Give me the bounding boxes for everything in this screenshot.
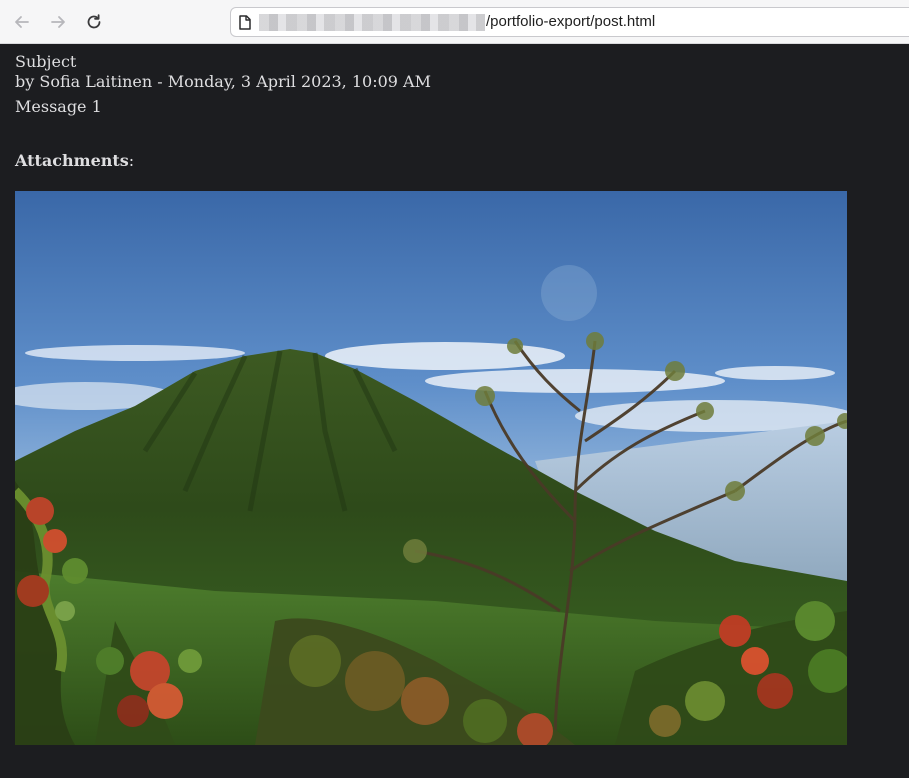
arrow-left-icon [15,16,29,28]
attachments-colon: : [128,151,135,170]
url-path-text: /portfolio-export/post.html [486,13,656,30]
reload-icon [87,14,101,29]
post-byline: by Sofia Laitinen - Monday, 3 April 2023… [15,72,431,91]
attachments-label: Attachments [15,151,129,170]
browser-toolbar: /portfolio-export/post.html [0,0,909,44]
attachment-image-mountain[interactable] [15,191,847,745]
forward-button[interactable] [46,10,70,34]
reload-button[interactable] [82,10,106,34]
mountain-landscape-image [15,191,847,745]
attachments-heading: Attachments: [15,151,895,171]
document-icon [239,15,251,30]
blurred-url-host [259,14,485,31]
back-button[interactable] [10,10,34,34]
post-message: Message 1 [15,97,102,116]
address-bar[interactable]: /portfolio-export/post.html [230,7,909,37]
post-subject: Subject [15,52,77,71]
arrow-right-icon [51,16,65,28]
post-content: Subject by Sofia Laitinen - Monday, 3 Ap… [15,52,895,171]
